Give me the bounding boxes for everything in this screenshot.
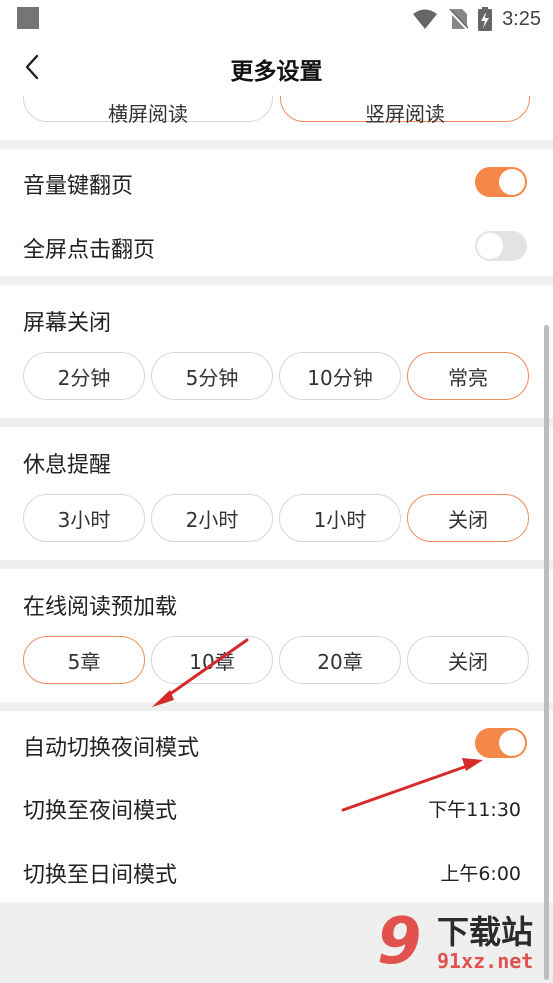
scrollbar[interactable] bbox=[544, 325, 549, 980]
option-label: 2小时 bbox=[185, 507, 239, 532]
switch-to-night-time: 下午11:30 bbox=[428, 799, 521, 821]
option-20-chapters[interactable]: 20章 bbox=[279, 636, 401, 684]
option-5-minutes[interactable]: 5分钟 bbox=[151, 352, 273, 400]
option-preload-off[interactable]: 关闭 bbox=[407, 636, 529, 684]
auto-night-mode-label: 自动切换夜间模式 bbox=[23, 736, 200, 761]
option-10-minutes[interactable]: 10分钟 bbox=[279, 352, 401, 400]
watermark-domain: 91xz.net bbox=[437, 949, 534, 973]
preload-section: 在线阅读预加载 5章 10章 20章 关闭 bbox=[0, 569, 553, 702]
volume-key-page-turn-toggle[interactable] bbox=[475, 167, 527, 197]
auto-night-mode-toggle[interactable] bbox=[475, 728, 527, 758]
option-portrait-reading[interactable]: 竖屏阅读 bbox=[280, 96, 530, 126]
option-label: 横屏阅读 bbox=[108, 101, 188, 126]
switch-to-day-label: 切换至日间模式 bbox=[23, 863, 178, 888]
preload-title: 在线阅读预加载 bbox=[23, 595, 178, 620]
option-label: 20章 bbox=[317, 649, 363, 674]
switch-to-day-time: 上午6:00 bbox=[440, 863, 521, 885]
switch-to-day-row[interactable]: 切换至日间模式 上午6:00 bbox=[0, 835, 553, 897]
option-label: 5分钟 bbox=[185, 365, 239, 390]
screen-off-title: 屏幕关闭 bbox=[23, 311, 112, 336]
option-label: 5章 bbox=[67, 649, 101, 674]
option-10-chapters[interactable]: 10章 bbox=[151, 636, 273, 684]
screen-off-section: 屏幕关闭 2分钟 5分钟 10分钟 常亮 bbox=[0, 285, 553, 418]
option-always-on[interactable]: 常亮 bbox=[407, 352, 529, 400]
option-label: 常亮 bbox=[448, 365, 488, 390]
option-label: 10分钟 bbox=[307, 365, 373, 390]
site-watermark: 9 下载站 91xz.net bbox=[377, 905, 547, 979]
option-label: 关闭 bbox=[448, 507, 488, 532]
status-time: 3:25 bbox=[502, 7, 541, 30]
option-2-minutes[interactable]: 2分钟 bbox=[23, 352, 145, 400]
fullscreen-tap-page-turn-toggle[interactable] bbox=[475, 231, 527, 261]
option-label: 1小时 bbox=[313, 507, 367, 532]
option-label: 3小时 bbox=[57, 507, 111, 532]
switch-to-night-label: 切换至夜间模式 bbox=[23, 799, 178, 824]
page-turn-section: 音量键翻页 全屏点击翻页 bbox=[0, 149, 553, 276]
option-label: 10章 bbox=[189, 649, 235, 674]
watermark-logo-digit: 9 bbox=[377, 905, 422, 979]
battery-charging-icon bbox=[478, 7, 493, 31]
option-label: 关闭 bbox=[448, 649, 488, 674]
rest-reminder-title: 休息提醒 bbox=[23, 453, 112, 478]
orientation-section: 横屏阅读 竖屏阅读 bbox=[0, 96, 553, 140]
status-bar: 3:25 bbox=[0, 0, 553, 38]
page-title: 更多设置 bbox=[230, 59, 323, 85]
night-mode-section: 自动切换夜间模式 切换至夜间模式 下午11:30 切换至日间模式 上午6:00 bbox=[0, 711, 553, 902]
watermark-text: 下载站 bbox=[437, 913, 534, 951]
notification-icon bbox=[17, 7, 39, 29]
toggle-knob bbox=[477, 233, 503, 259]
option-1-hour[interactable]: 1小时 bbox=[279, 494, 401, 542]
option-reminder-off[interactable]: 关闭 bbox=[407, 494, 529, 542]
switch-to-night-row[interactable]: 切换至夜间模式 下午11:30 bbox=[0, 773, 553, 835]
option-landscape-reading[interactable]: 横屏阅读 bbox=[23, 96, 273, 126]
volume-key-page-turn-label: 音量键翻页 bbox=[23, 174, 134, 199]
no-sim-icon bbox=[448, 8, 469, 30]
option-label: 竖屏阅读 bbox=[365, 101, 445, 126]
option-3-hours[interactable]: 3小时 bbox=[23, 494, 145, 542]
toggle-knob bbox=[499, 169, 525, 195]
option-label: 2分钟 bbox=[57, 365, 111, 390]
option-2-hours[interactable]: 2小时 bbox=[151, 494, 273, 542]
status-icons: 3:25 bbox=[412, 6, 541, 32]
rest-reminder-section: 休息提醒 3小时 2小时 1小时 关闭 bbox=[0, 427, 553, 560]
title-bar: 更多设置 bbox=[0, 38, 553, 96]
fullscreen-tap-page-turn-label: 全屏点击翻页 bbox=[23, 238, 156, 263]
wifi-icon bbox=[413, 9, 438, 29]
option-5-chapters[interactable]: 5章 bbox=[23, 636, 145, 684]
toggle-knob bbox=[499, 730, 525, 756]
